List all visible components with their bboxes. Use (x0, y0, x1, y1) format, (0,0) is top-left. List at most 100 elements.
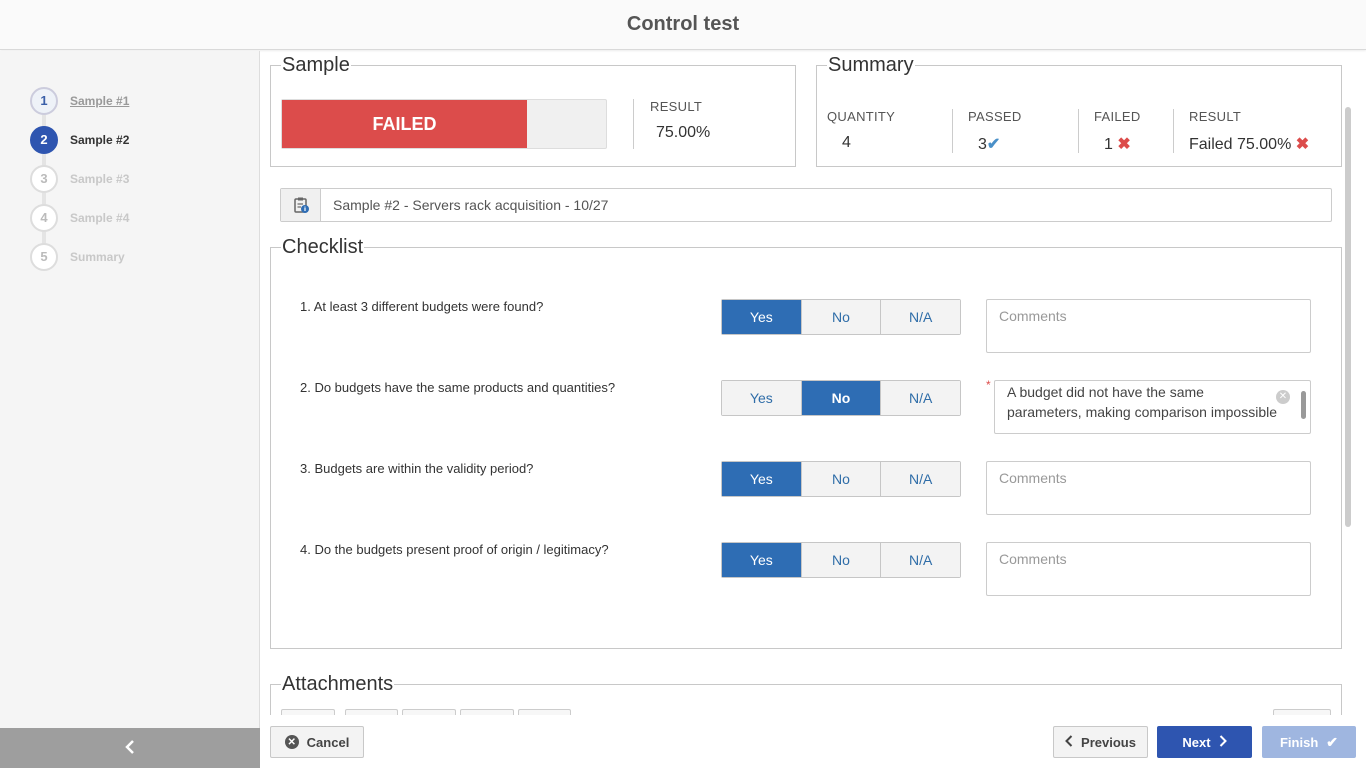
step-label: Sample #2 (70, 132, 130, 147)
checklist-legend: Checklist (282, 236, 364, 258)
answer-no-button[interactable]: No (801, 381, 882, 415)
step-sample-2[interactable]: 2 Sample #2 (30, 120, 129, 159)
sample-result-label: RESULT (650, 99, 703, 114)
step-list: 1 Sample #1 2 Sample #2 3 Sample #3 4 Sa… (30, 81, 129, 276)
sidebar-collapse-button[interactable] (0, 728, 260, 768)
answer-toggle: Yes No N/A (721, 461, 961, 497)
question-row: 1. At least 3 different budgets were fou… (300, 299, 1315, 359)
step-number: 2 (30, 125, 58, 154)
summary-result-row: Failed 75.00% ✖ (1189, 134, 1309, 154)
sample-result-value: 75.00% (656, 124, 711, 141)
chevron-left-icon (124, 737, 136, 760)
answer-yes-button[interactable]: Yes (722, 462, 802, 496)
chevron-left-icon (1065, 734, 1073, 750)
sample-panel: Sample FAILED RESULT 75.00% (270, 55, 796, 167)
answer-no-button[interactable]: No (801, 543, 882, 577)
passed-label: PASSED (968, 109, 1022, 124)
sample-info-bar: Sample #2 - Servers rack acquisition - 1… (280, 188, 1332, 222)
answer-na-button[interactable]: N/A (881, 543, 961, 577)
step-number: 1 (30, 86, 58, 115)
failed-value-row: 1 ✖ (1104, 134, 1141, 154)
summary-legend: Summary (828, 54, 914, 76)
comment-field[interactable]: A budget did not have the same parameter… (994, 380, 1311, 434)
next-label: Next (1182, 734, 1211, 750)
close-circle-icon: ✕ (284, 735, 299, 749)
finish-button[interactable]: Finish ✔ (1262, 726, 1356, 758)
comment-field[interactable]: Comments (986, 299, 1311, 353)
answer-yes-button[interactable]: Yes (722, 543, 802, 577)
footer-bar: ✕ Cancel Previous Next Finish ✔ (261, 715, 1366, 768)
top-bar: Control test (0, 0, 1366, 50)
chevron-right-icon (1219, 734, 1227, 750)
answer-na-button[interactable]: N/A (881, 381, 961, 415)
step-sample-1[interactable]: 1 Sample #1 (30, 81, 129, 120)
checklist-panel: Checklist 1. At least 3 different budget… (270, 237, 1342, 649)
summary-result: RESULT Failed 75.00% ✖ (1173, 109, 1309, 153)
previous-label: Previous (1081, 734, 1136, 750)
step-number: 3 (30, 164, 58, 193)
answer-toggle: Yes No N/A (721, 542, 961, 578)
answer-na-button[interactable]: N/A (881, 462, 961, 496)
comment-scrollbar[interactable] (1301, 391, 1306, 419)
comment-text: A budget did not have the same parameter… (1007, 384, 1277, 420)
step-sample-4: 4 Sample #4 (30, 198, 129, 237)
cross-icon: ✖ (1295, 136, 1310, 153)
answer-na-button[interactable]: N/A (881, 300, 961, 334)
summary-failed: FAILED 1 ✖ (1078, 109, 1141, 153)
clear-icon[interactable]: ✕ (1276, 390, 1290, 404)
failed-value: 1 (1104, 136, 1113, 153)
summary-quantity: QUANTITY 4 (827, 109, 895, 153)
step-summary: 5 Summary (30, 237, 129, 276)
previous-button[interactable]: Previous (1053, 726, 1148, 758)
question-text: 2. Do budgets have the same products and… (300, 380, 616, 395)
summary-result-label: RESULT (1189, 109, 1242, 124)
summary-passed: PASSED 3✔ (952, 109, 1022, 153)
page-title: Control test (626, 13, 740, 35)
result-progress-bar: FAILED (281, 99, 607, 149)
status-badge: FAILED (282, 100, 527, 148)
sample-info-text: Sample #2 - Servers rack acquisition - 1… (333, 197, 609, 213)
cancel-label: Cancel (306, 734, 350, 750)
question-row: 4. Do the budgets present proof of origi… (300, 542, 1315, 602)
answer-toggle: Yes No N/A (721, 380, 961, 416)
question-text: 4. Do the budgets present proof of origi… (300, 542, 609, 557)
sample-legend: Sample (282, 54, 350, 76)
answer-toggle: Yes No N/A (721, 299, 961, 335)
question-text: 3. Budgets are within the validity perio… (300, 461, 534, 476)
answer-yes-button[interactable]: Yes (722, 300, 802, 334)
passed-value: 3 (978, 136, 987, 153)
next-button[interactable]: Next (1157, 726, 1252, 758)
clipboard-info-icon (281, 189, 321, 221)
quantity-value: 4 (842, 134, 851, 151)
step-label: Summary (70, 249, 125, 264)
sidebar: 1 Sample #1 2 Sample #2 3 Sample #3 4 Sa… (0, 51, 260, 768)
comment-field[interactable]: Comments (986, 542, 1311, 596)
answer-yes-button[interactable]: Yes (722, 381, 802, 415)
question-row: 2. Do budgets have the same products and… (300, 378, 1315, 440)
cancel-button[interactable]: ✕ Cancel (270, 726, 364, 758)
main-scrollbar[interactable] (1345, 107, 1351, 527)
failed-label: FAILED (1094, 109, 1141, 124)
step-number: 5 (30, 242, 58, 271)
sample-result: RESULT 75.00% (633, 99, 710, 149)
summary-panel: Summary QUANTITY 4 PASSED 3✔ FAILED 1 ✖ … (816, 55, 1342, 167)
question-row: 3. Budgets are within the validity perio… (300, 461, 1315, 521)
cross-icon: ✖ (1117, 136, 1131, 153)
check-icon: ✔ (1326, 733, 1338, 750)
answer-no-button[interactable]: No (801, 462, 882, 496)
attachments-legend: Attachments (282, 673, 394, 695)
quantity-label: QUANTITY (827, 109, 896, 124)
step-number: 4 (30, 203, 58, 232)
passed-value-row: 3✔ (978, 134, 1022, 154)
main-content: Sample FAILED RESULT 75.00% Summary QUAN… (261, 51, 1355, 715)
comment-field[interactable]: Comments (986, 461, 1311, 515)
step-label: Sample #4 (70, 210, 130, 225)
step-label[interactable]: Sample #1 (70, 94, 129, 108)
step-sample-3: 3 Sample #3 (30, 159, 129, 198)
question-text: 1. At least 3 different budgets were fou… (300, 299, 544, 314)
answer-no-button[interactable]: No (801, 300, 882, 334)
check-icon: ✔ (986, 136, 1001, 153)
finish-label: Finish (1279, 734, 1319, 750)
summary-result-value: Failed 75.00% (1189, 136, 1292, 153)
step-label: Sample #3 (70, 171, 130, 186)
